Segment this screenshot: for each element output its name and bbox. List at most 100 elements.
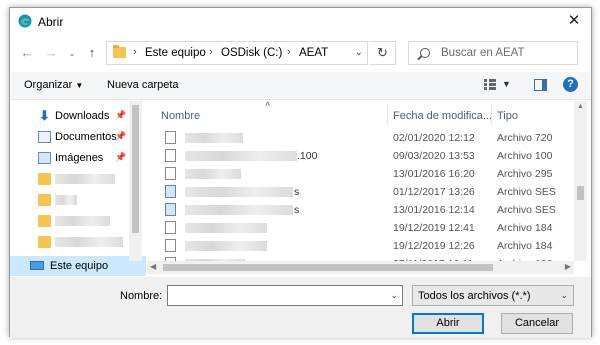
close-button[interactable]: ✕ [565, 12, 583, 30]
column-divider[interactable] [387, 104, 388, 124]
file-type: Archivo 184 [497, 240, 553, 252]
filename-input[interactable]: ⌄ [167, 285, 403, 306]
file-icon [165, 167, 176, 180]
file-type-select[interactable]: Todos los archivos (*.*) ⌄ [412, 285, 574, 306]
chevron-right-icon[interactable]: › [133, 46, 137, 58]
back-arrow-icon[interactable]: ← [19, 44, 35, 62]
file-list: ˄ Nombre Fecha de modifica... Tipo 02/01… [147, 101, 584, 277]
redacted-filename [185, 187, 293, 197]
file-row[interactable]: 19/12/2019 12:26 Archivo 184 [147, 237, 584, 255]
sort-ascending-icon: ˄ [265, 101, 271, 109]
file-row[interactable]: 02/01/2020 12:12 Archivo 720 [147, 129, 584, 147]
redacted-label [55, 174, 115, 184]
pictures-icon [38, 152, 51, 164]
title-bar: Abrir ✕ [10, 8, 591, 36]
download-arrow-icon: ⬇ [39, 108, 50, 123]
view-options-dropdown[interactable]: ▼ [502, 79, 511, 89]
file-icon [165, 149, 176, 162]
pin-icon[interactable]: 📌 [115, 110, 126, 121]
chevron-right-icon[interactable]: › [287, 46, 291, 58]
scroll-right-arrow-icon[interactable]: ▶ [565, 262, 571, 271]
breadcrumb-osdisk[interactable]: OSDisk (C:) [221, 47, 282, 59]
edge-browser-icon [18, 14, 32, 28]
file-date: 01/12/2017 13:26 [393, 186, 475, 198]
search-input[interactable]: Buscar en AEAT [408, 41, 578, 65]
file-row[interactable]: .100 09/03/2020 13:53 Archivo 100 [147, 147, 584, 165]
file-row[interactable]: s 01/12/2017 13:26 Archivo SES [147, 183, 584, 201]
chevron-down-icon[interactable]: ⌄ [560, 290, 568, 301]
change-view-icon[interactable] [484, 79, 496, 91]
scroll-left-arrow-icon[interactable]: ◀ [150, 262, 156, 271]
recent-locations-chevron-icon[interactable]: ⌄ [64, 44, 80, 62]
scroll-up-arrow-icon[interactable]: ▲ [577, 103, 584, 110]
column-header-name[interactable]: Nombre [161, 110, 200, 122]
ses-file-icon [165, 185, 176, 198]
folder-icon [38, 194, 51, 206]
navigation-pane-scrollbar[interactable] [129, 101, 142, 261]
horizontal-scrollbar[interactable]: ◀ ▶ [147, 261, 574, 274]
cancel-button[interactable]: Cancelar [501, 313, 573, 334]
ses-file-icon [165, 203, 176, 216]
file-type-value: Todos los archivos (*.*) [418, 290, 531, 302]
up-arrow-icon[interactable]: ↑ [84, 44, 100, 62]
scrollbar-thumb[interactable] [577, 186, 584, 200]
redacted-label [55, 195, 77, 205]
redacted-filename [185, 223, 267, 233]
open-button[interactable]: Abrir [412, 313, 484, 334]
scrollbar-thumb[interactable] [163, 264, 493, 271]
forward-arrow-icon[interactable]: → [43, 44, 59, 62]
preview-pane-icon[interactable] [534, 79, 547, 91]
sidebar-item-imagenes[interactable]: Imágenes 📌 [10, 148, 146, 168]
file-list-scrollbar[interactable]: ▲ [574, 101, 587, 261]
file-name: s [294, 186, 300, 198]
sidebar-item-este-equipo[interactable]: Este equipo [10, 256, 146, 276]
column-header-type[interactable]: Tipo [497, 110, 518, 122]
pin-icon[interactable]: 📌 [115, 131, 126, 142]
organize-label: Organizar [24, 79, 73, 91]
sidebar-item-folder[interactable] [10, 190, 146, 210]
folder-icon [38, 173, 51, 185]
file-row[interactable]: 19/12/2019 12:41 Archivo 184 [147, 219, 584, 237]
file-date: 19/12/2019 12:26 [393, 240, 475, 252]
search-icon [420, 48, 430, 58]
file-row[interactable]: 13/01/2016 16:20 Archivo 295 [147, 165, 584, 183]
file-date: 13/01/2016 12:14 [393, 204, 475, 216]
navigation-bar: ← → ⌄ ↑ › Este equipo › OSDisk (C:) › AE… [10, 40, 591, 66]
window-title: Abrir [38, 15, 64, 29]
sidebar-item-label: Documentos [55, 131, 117, 143]
organize-button[interactable]: Organizar ▼ [24, 79, 83, 91]
folder-icon [38, 236, 51, 248]
column-divider[interactable] [491, 104, 492, 124]
address-bar[interactable]: › Este equipo › OSDisk (C:) › AEAT ⌄ [106, 41, 368, 65]
redacted-label [55, 216, 110, 226]
command-bar: Organizar ▼ Nueva carpeta ▼ ? [10, 72, 591, 100]
sidebar-item-folder[interactable] [10, 169, 146, 189]
file-date: 02/01/2020 12:12 [393, 132, 475, 144]
new-folder-button[interactable]: Nueva carpeta [107, 79, 179, 91]
file-name: .100 [297, 150, 318, 162]
navigation-pane: ⬇ Downloads 📌 Documentos 📌 Imágenes 📌 Es… [10, 101, 146, 277]
breadcrumb-este-equipo[interactable]: Este equipo [145, 47, 206, 59]
chevron-down-icon[interactable]: ⌄ [355, 47, 363, 58]
help-icon[interactable]: ? [563, 77, 578, 92]
redacted-filename [185, 169, 241, 179]
file-row[interactable]: s 13/01/2016 12:14 Archivo SES [147, 201, 584, 219]
sidebar-item-documentos[interactable]: Documentos 📌 [10, 127, 146, 147]
chevron-down-icon[interactable]: ⌄ [390, 290, 398, 301]
file-icon [165, 239, 176, 252]
sidebar-item-label: Downloads [55, 110, 110, 122]
refresh-button[interactable]: ↻ [370, 41, 396, 65]
scrollbar-thumb[interactable] [132, 105, 139, 233]
sidebar-item-downloads[interactable]: ⬇ Downloads 📌 [10, 106, 146, 126]
breadcrumb-aeat[interactable]: AEAT [299, 47, 328, 59]
redacted-filename [185, 133, 243, 143]
chevron-right-icon[interactable]: › [209, 46, 213, 58]
pin-icon[interactable]: 📌 [115, 152, 126, 163]
sidebar-item-folder[interactable] [10, 211, 146, 231]
column-header-date[interactable]: Fecha de modifica... [393, 110, 492, 122]
sidebar-item-folder[interactable] [10, 232, 146, 252]
dialog-footer: Nombre: ⌄ Todos los archivos (*.*) ⌄ Abr… [10, 277, 591, 338]
file-name: s [294, 204, 300, 216]
documents-icon [38, 131, 51, 143]
computer-icon [30, 261, 44, 270]
